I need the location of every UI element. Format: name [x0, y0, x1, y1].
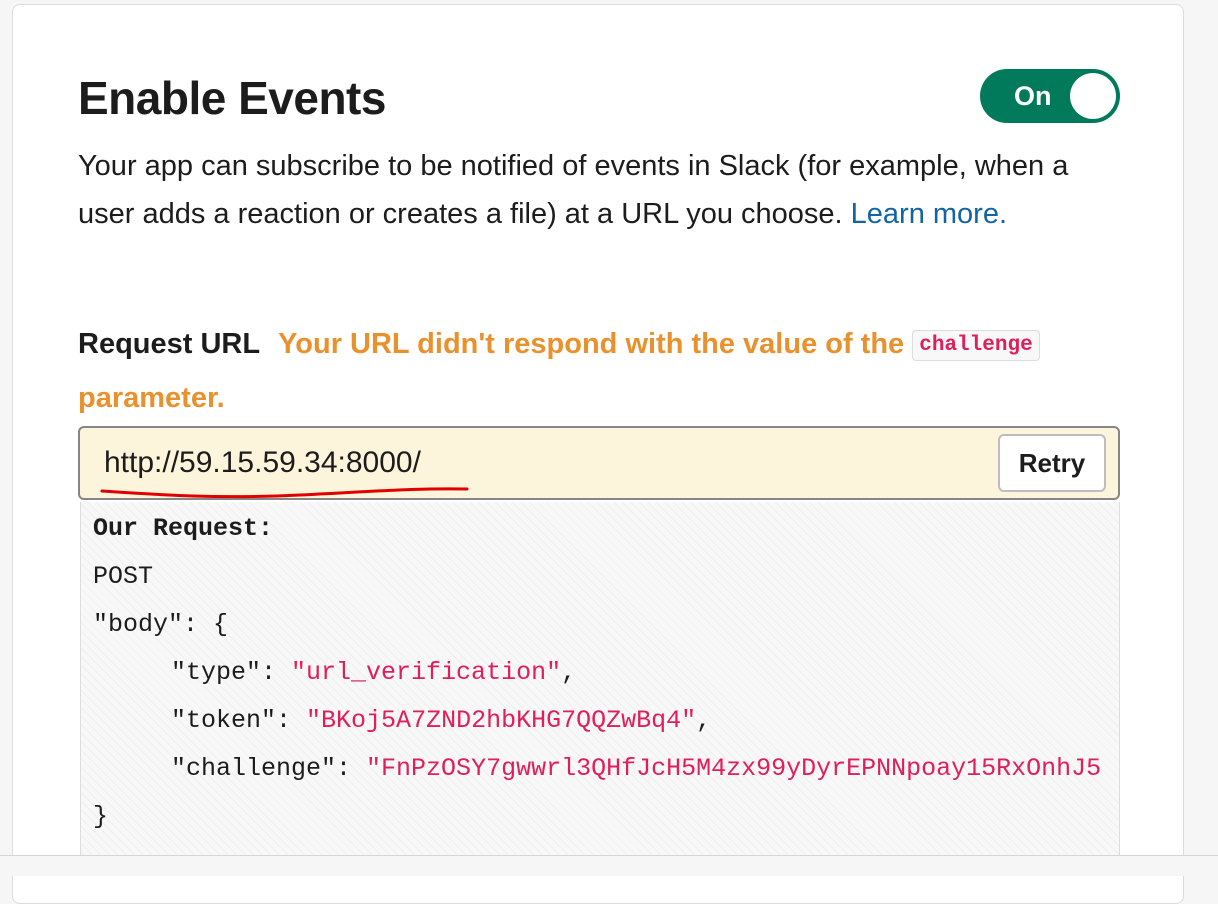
warning-text-end: parameter.	[78, 382, 225, 414]
request-url-input[interactable]	[104, 438, 964, 488]
learn-more-link[interactable]: Learn more.	[851, 198, 1007, 230]
field-value: "BKoj5A7ZND2hbKHG7QQZwBq4"	[306, 706, 697, 735]
field-trail: ,	[696, 706, 712, 735]
our-request-panel: Our Request: POST "body": { "type": "url…	[80, 502, 1120, 862]
body-close: }	[93, 802, 109, 831]
request-heading: Our Request:	[93, 514, 274, 543]
retry-button[interactable]: Retry	[998, 434, 1106, 492]
request-url-header: Request URL Your URL didn't respond with …	[78, 318, 1118, 424]
enable-events-toggle[interactable]: On	[980, 69, 1120, 123]
toggle-knob	[1070, 73, 1116, 119]
field-key: "token"	[171, 706, 277, 735]
toggle-label: On	[1014, 81, 1052, 111]
warning-text-start: Your URL didn't respond with the value o…	[278, 328, 905, 360]
request-url-field	[78, 426, 1120, 500]
request-url-label: Request URL	[78, 328, 261, 360]
field-key: "type"	[171, 658, 262, 687]
body-open: "body": {	[93, 610, 229, 639]
section-description: Your app can subscribe to be notified of…	[78, 142, 1118, 238]
field-value: "url_verification"	[291, 658, 562, 687]
bottom-bar	[0, 855, 1218, 876]
request-method: POST	[93, 562, 154, 591]
field-value: "FnPzOSY7gwwrl3QHfJcH5M4zx99yDyrEPNNpoay…	[366, 754, 1102, 783]
challenge-code: challenge	[912, 330, 1040, 361]
page-title: Enable Events	[78, 72, 386, 124]
body-field-challenge: "challenge": "FnPzOSY7gwwrl3QHfJcH5M4zx9…	[171, 754, 1102, 783]
body-field-type: "type": "url_verification",	[171, 658, 577, 687]
field-trail: ,	[561, 658, 577, 687]
field-key: "challenge"	[171, 754, 337, 783]
body-field-token: "token": "BKoj5A7ZND2hbKHG7QQZwBq4",	[171, 706, 712, 735]
